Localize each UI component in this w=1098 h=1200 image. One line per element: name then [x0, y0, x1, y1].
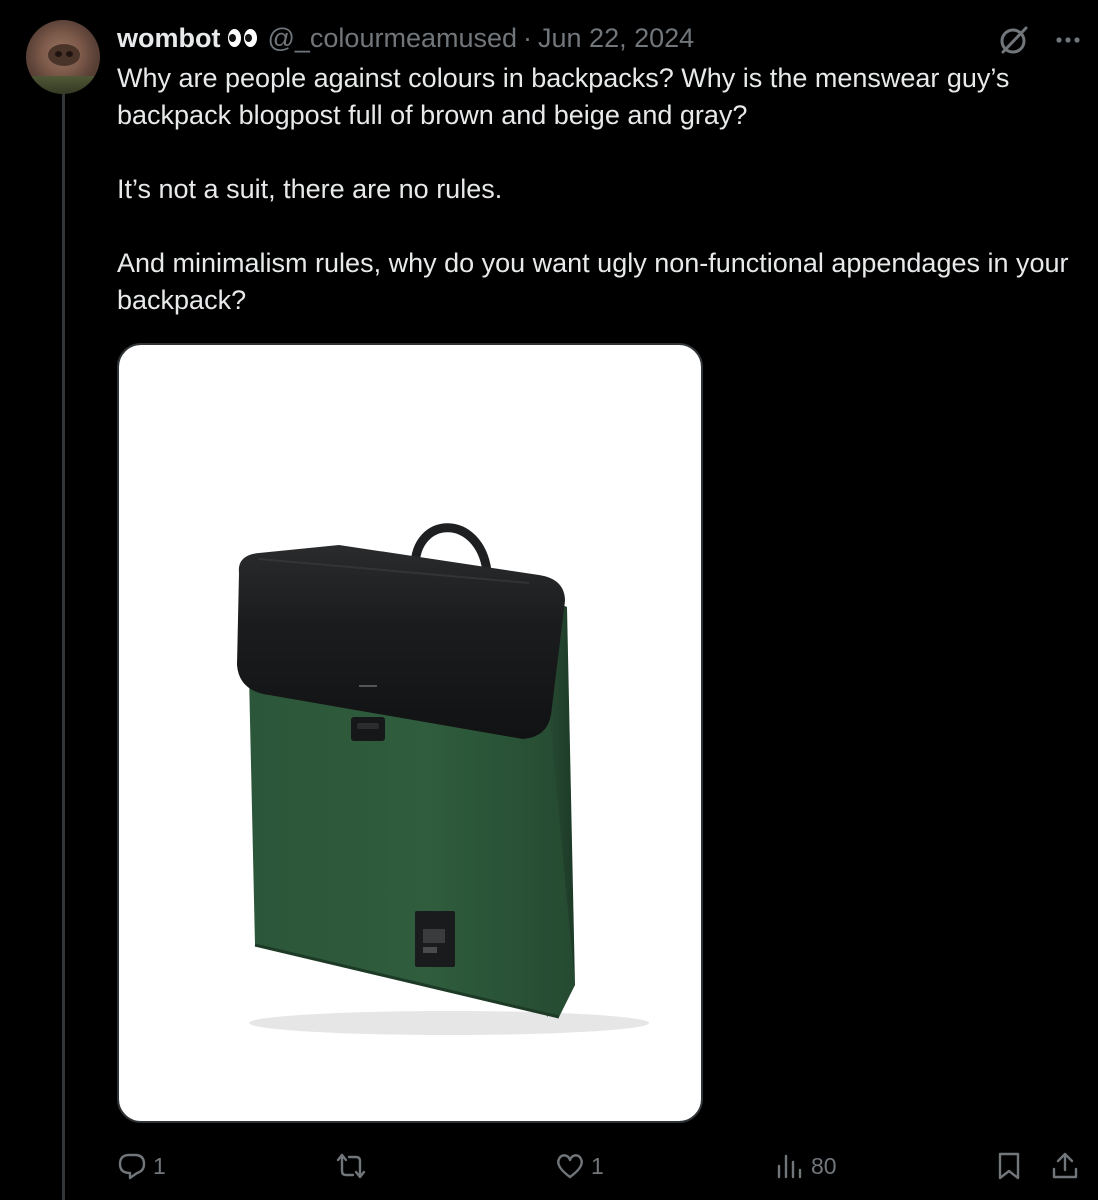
- reply-button[interactable]: 1: [117, 1146, 166, 1186]
- tweet-paragraph: And minimalism rules, why do you want ug…: [117, 248, 1069, 315]
- reply-icon: [118, 1153, 146, 1180]
- like-count: 1: [591, 1152, 604, 1179]
- tweet-paragraph: It’s not a suit, there are no rules.: [117, 174, 503, 204]
- user-handle[interactable]: @_colourmeamused: [267, 23, 517, 54]
- tweet-header: wombot @_colourmeamused · Jun 22, 2024: [117, 18, 694, 58]
- eye-left-icon: [228, 29, 242, 47]
- avatar-grass: [26, 76, 100, 94]
- bookmark-button[interactable]: [994, 1146, 1024, 1186]
- tweet-date[interactable]: Jun 22, 2024: [538, 23, 694, 54]
- tweet-image[interactable]: [117, 343, 703, 1123]
- reply-count: 1: [153, 1152, 166, 1179]
- tweet-body: Why are people against colours in backpa…: [117, 60, 1087, 319]
- like-button[interactable]: 1: [555, 1146, 604, 1186]
- bookmark-icon: [998, 1152, 1020, 1180]
- views-button[interactable]: 80: [775, 1146, 837, 1186]
- thread-line: [62, 92, 65, 1200]
- views-icon: [777, 1154, 802, 1179]
- eyes-emoji: [228, 29, 258, 47]
- share-icon: [1052, 1152, 1078, 1179]
- tweet-paragraph: Why are people against colours in backpa…: [117, 63, 1010, 130]
- share-button[interactable]: [1050, 1146, 1080, 1186]
- action-bar: 1 1 80: [0, 1146, 1098, 1186]
- backpack-image: [237, 523, 649, 1035]
- display-name[interactable]: wombot: [117, 23, 220, 54]
- avatar-snout: [48, 44, 80, 66]
- avatar[interactable]: [26, 20, 100, 94]
- repost-button[interactable]: [336, 1146, 372, 1186]
- more-dots-icon[interactable]: [1050, 22, 1086, 58]
- avatar-nostril-left: [55, 51, 62, 57]
- heart-icon: [557, 1154, 583, 1179]
- eye-right-icon: [244, 29, 258, 47]
- views-count: 80: [811, 1152, 837, 1179]
- avatar-nostril-right: [66, 51, 73, 57]
- separator-dot: ·: [523, 22, 533, 53]
- grok-slash-icon[interactable]: [996, 22, 1032, 58]
- repost-icon: [336, 1153, 366, 1179]
